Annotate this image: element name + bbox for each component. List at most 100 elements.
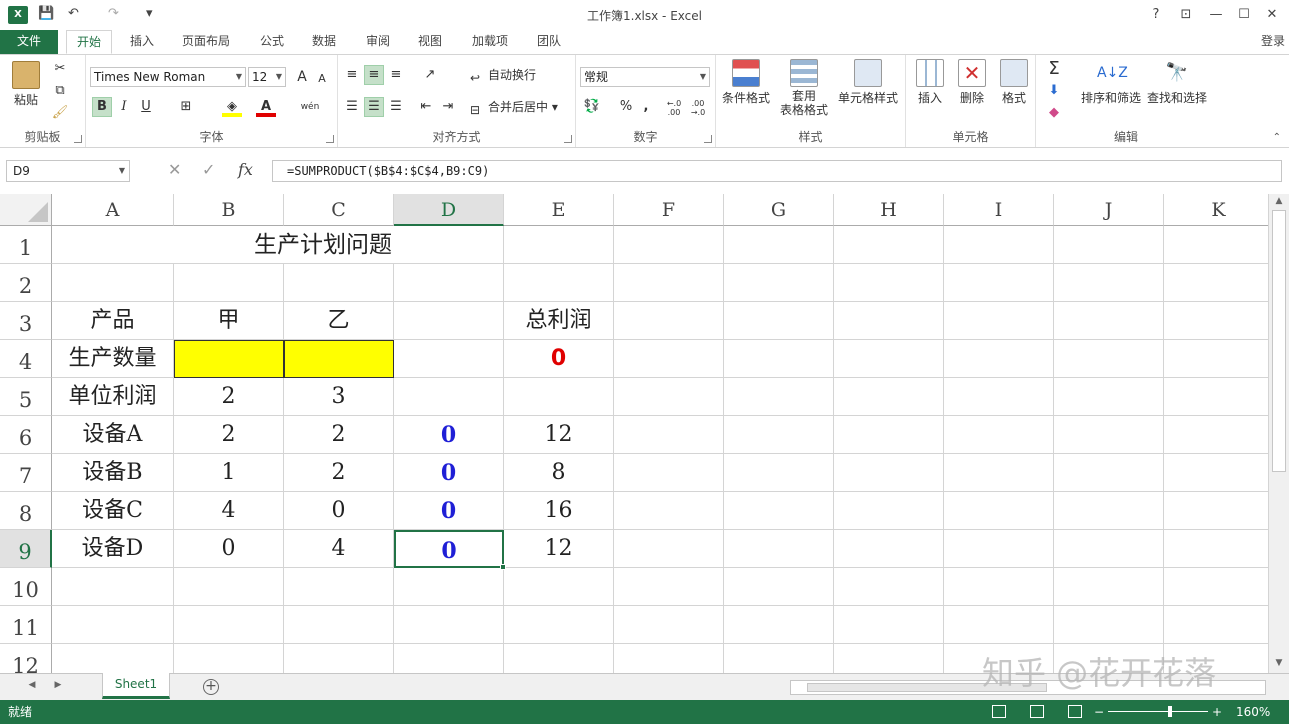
vertical-scrollbar[interactable]: ▲ ▼	[1268, 194, 1289, 673]
cell-i9[interactable]	[944, 530, 1054, 568]
cell-a10[interactable]	[52, 568, 174, 606]
row-header-4[interactable]: 4	[0, 340, 52, 378]
merge-center-button[interactable]: ⊟ 合并后居中 ▾	[470, 97, 558, 117]
help-button[interactable]: ?	[1142, 4, 1170, 26]
cell-i1[interactable]	[944, 226, 1054, 264]
cell-h4[interactable]	[834, 340, 944, 378]
cell-g9[interactable]	[724, 530, 834, 568]
customize-qat-icon[interactable]: ▾	[146, 6, 153, 24]
cell-d5[interactable]	[394, 378, 504, 416]
clipboard-launcher-icon[interactable]	[74, 135, 82, 143]
row-header-10[interactable]: 10	[0, 568, 52, 606]
cell-h6[interactable]	[834, 416, 944, 454]
cell-i5[interactable]	[944, 378, 1054, 416]
cell-a7[interactable]: 设备B	[52, 454, 174, 492]
column-header-i[interactable]: I	[944, 194, 1054, 226]
cell-e7[interactable]: 8	[504, 454, 614, 492]
tab-home[interactable]: 开始	[66, 30, 112, 54]
sort-filter-button[interactable]: A↓Z 排序和筛选	[1078, 59, 1144, 106]
fill-icon[interactable]: ⬇	[1044, 81, 1064, 101]
cell-g3[interactable]	[724, 302, 834, 340]
cell-b1[interactable]: 生产计划问题	[174, 226, 504, 264]
cell-h9[interactable]	[834, 530, 944, 568]
copy-icon[interactable]: ⧉	[50, 81, 70, 101]
cell-b12[interactable]	[174, 644, 284, 673]
column-header-a[interactable]: A	[52, 194, 174, 226]
cell-c7[interactable]: 2	[284, 454, 394, 492]
cell-g5[interactable]	[724, 378, 834, 416]
cell-c3[interactable]: 乙	[284, 302, 394, 340]
decrease-indent-icon[interactable]: ⇤	[416, 97, 436, 117]
cell-b7[interactable]: 1	[174, 454, 284, 492]
add-sheet-icon[interactable]: +	[203, 679, 219, 695]
column-header-j[interactable]: J	[1054, 194, 1164, 226]
cell-h12[interactable]	[834, 644, 944, 673]
cell-j8[interactable]	[1054, 492, 1164, 530]
cell-f1[interactable]	[614, 226, 724, 264]
cell-b9[interactable]: 0	[174, 530, 284, 568]
cell-j7[interactable]	[1054, 454, 1164, 492]
zoom-slider[interactable]	[1108, 706, 1208, 717]
cell-i3[interactable]	[944, 302, 1054, 340]
cell-k2[interactable]	[1164, 264, 1268, 302]
cell-h11[interactable]	[834, 606, 944, 644]
fill-handle[interactable]	[500, 564, 506, 570]
orientation-icon[interactable]: ↗	[420, 65, 440, 85]
cell-k6[interactable]	[1164, 416, 1268, 454]
cell-e12[interactable]	[504, 644, 614, 673]
close-icon[interactable]: ✕	[1258, 4, 1286, 26]
cell-d8[interactable]: 0	[394, 492, 504, 530]
cell-k8[interactable]	[1164, 492, 1268, 530]
insert-function-icon[interactable]: fx	[238, 160, 253, 179]
row-header-9[interactable]: 9	[0, 530, 52, 568]
login-link[interactable]: 登录	[1261, 30, 1285, 52]
tab-insert[interactable]: 插入	[120, 30, 164, 54]
row-header-11[interactable]: 11	[0, 606, 52, 644]
underline-button[interactable]: U	[136, 97, 156, 117]
cell-f9[interactable]	[614, 530, 724, 568]
cell-j6[interactable]	[1054, 416, 1164, 454]
cell-e5[interactable]	[504, 378, 614, 416]
comma-button[interactable]: ,	[636, 97, 656, 117]
row-header-8[interactable]: 8	[0, 492, 52, 530]
cell-f8[interactable]	[614, 492, 724, 530]
redo-icon[interactable]: ↷	[108, 6, 119, 24]
cell-a6[interactable]: 设备A	[52, 416, 174, 454]
grow-font-button[interactable]: A	[292, 67, 312, 87]
align-middle-icon[interactable]: ≡	[364, 65, 384, 85]
cell-g4[interactable]	[724, 340, 834, 378]
cell-j11[interactable]	[1054, 606, 1164, 644]
next-sheet-icon[interactable]: ▶	[50, 680, 66, 690]
cell-b4[interactable]	[174, 340, 284, 378]
cell-j2[interactable]	[1054, 264, 1164, 302]
cell-i2[interactable]	[944, 264, 1054, 302]
alignment-launcher-icon[interactable]	[564, 135, 572, 143]
tab-review[interactable]: 审阅	[356, 30, 400, 54]
zoom-in-icon[interactable]: +	[1212, 700, 1222, 724]
undo-icon[interactable]: ↶	[68, 6, 79, 24]
name-box[interactable]: D9 ▼	[6, 160, 130, 182]
cell-i12[interactable]	[944, 644, 1054, 673]
row-header-12[interactable]: 12	[0, 644, 52, 673]
cell-d6[interactable]: 0	[394, 416, 504, 454]
cell-e10[interactable]	[504, 568, 614, 606]
tab-team[interactable]: 团队	[526, 30, 572, 54]
cell-k3[interactable]	[1164, 302, 1268, 340]
column-header-b[interactable]: B	[174, 194, 284, 226]
cell-e3[interactable]: 总利润	[504, 302, 614, 340]
align-top-icon[interactable]: ≡	[342, 65, 362, 85]
cell-k1[interactable]	[1164, 226, 1268, 264]
cell-h7[interactable]	[834, 454, 944, 492]
save-icon[interactable]: 💾	[38, 6, 54, 24]
cell-b8[interactable]: 4	[174, 492, 284, 530]
cell-i8[interactable]	[944, 492, 1054, 530]
cell-a5[interactable]: 单位利润	[52, 378, 174, 416]
row-header-1[interactable]: 1	[0, 226, 52, 264]
cell-a9[interactable]: 设备D	[52, 530, 174, 568]
align-right-icon[interactable]: ☰	[386, 97, 406, 117]
scroll-down-icon[interactable]: ▼	[1271, 658, 1287, 668]
cell-c11[interactable]	[284, 606, 394, 644]
cell-h10[interactable]	[834, 568, 944, 606]
prev-sheet-icon[interactable]: ◀	[24, 680, 40, 690]
tab-view[interactable]: 视图	[408, 30, 452, 54]
